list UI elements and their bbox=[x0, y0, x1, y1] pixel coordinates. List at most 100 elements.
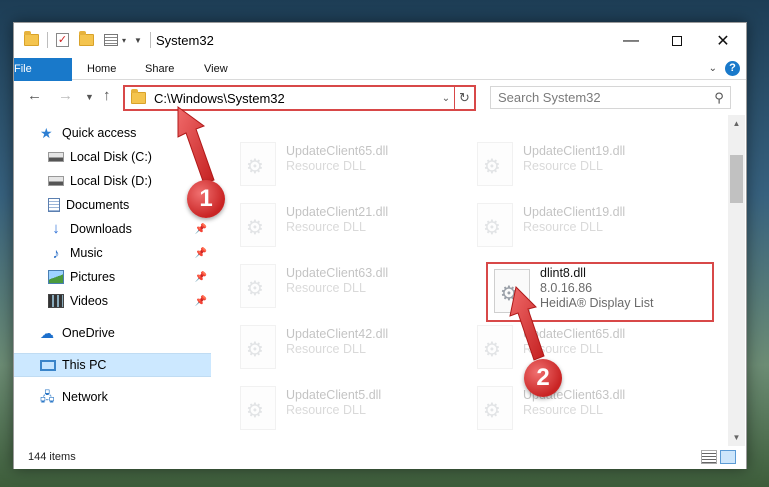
cloud-icon: ☁ bbox=[40, 325, 54, 341]
list-item[interactable]: UpdateClient65.dllResource DLL bbox=[461, 322, 687, 374]
pictures-icon bbox=[48, 270, 64, 284]
address-bar[interactable]: C:\Windows\System32 ⌄ ↻ bbox=[123, 85, 476, 111]
list-item[interactable]: UpdateClient19.dllResource DLL bbox=[461, 200, 687, 252]
forward-arrow-icon[interactable]: → bbox=[58, 87, 73, 104]
address-dropdown-icon[interactable]: ⌄ bbox=[438, 93, 454, 104]
sidebar-item-music[interactable]: ♪ Music 📌 bbox=[14, 241, 211, 265]
help-icon[interactable]: ? bbox=[725, 61, 740, 76]
scroll-up-icon[interactable]: ▲ bbox=[728, 115, 745, 132]
dll-file-icon bbox=[240, 325, 276, 369]
sidebar-item-this-pc[interactable]: This PC bbox=[14, 353, 211, 377]
minimize-button[interactable]: — bbox=[608, 23, 654, 58]
sidebar-item-network[interactable]: 🖧 Network bbox=[14, 385, 211, 409]
sidebar-item-label: Music bbox=[70, 246, 103, 260]
pin-icon[interactable]: 📌 bbox=[195, 248, 207, 259]
file-name: dlint8.dll bbox=[540, 266, 586, 280]
network-icon: 🖧 bbox=[40, 389, 55, 404]
list-item[interactable]: UpdateClient5.dllResource DLL bbox=[224, 383, 450, 435]
sidebar-item-label: OneDrive bbox=[62, 326, 115, 340]
list-item[interactable]: UpdateClient21.dllResource DLL bbox=[224, 200, 450, 252]
music-icon: ♪ bbox=[52, 245, 60, 261]
details-view-icon[interactable] bbox=[701, 450, 717, 464]
file-description: Resource DLL bbox=[523, 403, 603, 417]
search-icon[interactable]: ⚲ bbox=[708, 90, 730, 106]
folder-icon bbox=[131, 89, 146, 104]
list-item[interactable]: UpdateClient42.dllResource DLL bbox=[224, 322, 450, 374]
sidebar-item-label: This PC bbox=[62, 358, 107, 372]
customize-arrow-icon[interactable]: ▾ bbox=[122, 36, 126, 45]
ribbon-right-controls: ⌄ ? bbox=[709, 61, 740, 76]
file-description: Resource DLL bbox=[286, 159, 366, 173]
list-item[interactable]: UpdateClient63.dllResource DLL bbox=[461, 383, 687, 435]
pin-icon[interactable]: 📌 bbox=[195, 296, 207, 307]
sidebar-item-label: Local Disk (C:) bbox=[70, 150, 152, 164]
explorer-window: ✓ ▾ ▼ System32 — ✕ File Home Share View … bbox=[13, 22, 747, 469]
sidebar-item-pictures[interactable]: Pictures 📌 bbox=[14, 265, 211, 289]
sidebar-item-local-disk-d[interactable]: Local Disk (D:) bbox=[14, 169, 211, 193]
dll-file-icon bbox=[240, 386, 276, 430]
dll-file-icon bbox=[240, 203, 276, 247]
download-icon: ↓ bbox=[52, 220, 60, 237]
status-bar: 144 items bbox=[14, 446, 746, 469]
file-name: UpdateClient63.dll bbox=[286, 266, 389, 280]
sidebar-item-label: Pictures bbox=[70, 270, 116, 284]
expand-ribbon-icon[interactable]: ⌄ bbox=[709, 63, 717, 74]
sidebar-item-local-disk-c[interactable]: Local Disk (C:) bbox=[14, 145, 211, 169]
file-description: Resource DLL bbox=[523, 159, 603, 173]
sidebar-item-documents[interactable]: Documents bbox=[14, 193, 211, 217]
toolbar-separator bbox=[149, 32, 151, 48]
file-version: 8.0.16.86 bbox=[540, 281, 593, 295]
address-path[interactable]: C:\Windows\System32 bbox=[154, 91, 438, 106]
list-item[interactable]: UpdateClient65.dllResource DLL bbox=[224, 139, 450, 191]
file-name: UpdateClient19.dll bbox=[523, 144, 626, 158]
sidebar-item-onedrive[interactable]: ☁ OneDrive bbox=[14, 321, 211, 345]
recent-locations-icon[interactable]: ▼ bbox=[85, 92, 94, 102]
sidebar-item-videos[interactable]: Videos 📌 bbox=[14, 289, 211, 313]
scrollbar-thumb[interactable] bbox=[730, 155, 743, 203]
sidebar-item-label: Network bbox=[62, 390, 108, 404]
search-input[interactable]: Search System32 bbox=[498, 90, 708, 105]
back-arrow-icon[interactable]: ← bbox=[27, 87, 42, 104]
file-description: Resource DLL bbox=[523, 342, 603, 356]
dll-file-icon bbox=[477, 325, 513, 369]
new-folder-icon[interactable] bbox=[79, 31, 94, 46]
tab-home[interactable]: Home bbox=[87, 58, 116, 80]
computer-icon bbox=[40, 359, 56, 371]
file-description: HeidiA® Display List bbox=[540, 296, 654, 310]
qat-dropdown-icon[interactable]: ▼ bbox=[134, 36, 142, 45]
file-name: UpdateClient65.dll bbox=[523, 327, 626, 341]
sidebar-item-label: Quick access bbox=[62, 126, 137, 140]
pin-icon[interactable]: 📌 bbox=[195, 272, 207, 283]
file-name: UpdateClient42.dll bbox=[286, 327, 389, 341]
sidebar-item-downloads[interactable]: ↓ Downloads 📌 bbox=[14, 217, 211, 241]
list-item[interactable]: UpdateClient19.dllResource DLL bbox=[461, 139, 687, 191]
drive-icon bbox=[48, 176, 64, 186]
refresh-icon[interactable]: ↻ bbox=[454, 87, 474, 109]
sidebar-item-quick-access[interactable]: ★ Quick access bbox=[14, 121, 211, 145]
file-description: Resource DLL bbox=[286, 281, 366, 295]
file-name: UpdateClient19.dll bbox=[523, 205, 626, 219]
tab-share[interactable]: Share bbox=[145, 58, 174, 80]
search-box[interactable]: Search System32 ⚲ bbox=[490, 86, 731, 109]
properties-icon[interactable] bbox=[104, 34, 118, 46]
close-button[interactable]: ✕ bbox=[700, 23, 746, 58]
navigation-bar: ← → ▼ ↑ C:\Windows\System32 ⌄ ↻ Search S… bbox=[14, 81, 746, 114]
close-icon: ✕ bbox=[716, 32, 730, 50]
dll-file-icon bbox=[477, 386, 513, 430]
file-name: UpdateClient5.dll bbox=[286, 388, 382, 402]
maximize-button[interactable] bbox=[654, 23, 700, 58]
tab-view[interactable]: View bbox=[204, 58, 228, 80]
tiles-view-icon[interactable] bbox=[720, 450, 736, 464]
view-switcher bbox=[701, 450, 736, 464]
up-arrow-icon[interactable]: ↑ bbox=[103, 87, 111, 104]
scroll-down-icon[interactable]: ▼ bbox=[728, 429, 745, 446]
list-item[interactable]: UpdateClient63.dllResource DLL bbox=[224, 261, 450, 313]
title-bar: ✓ ▾ ▼ System32 — ✕ bbox=[14, 23, 746, 58]
dll-file-icon bbox=[477, 142, 513, 186]
pin-icon[interactable]: 📌 bbox=[195, 224, 207, 235]
properties-check-icon[interactable]: ✓ bbox=[56, 33, 69, 47]
vertical-scrollbar[interactable]: ▲ ▼ bbox=[728, 115, 745, 446]
sidebar-item-label: Videos bbox=[70, 294, 108, 308]
highlighted-file-item[interactable]: dlint8.dll 8.0.16.86 HeidiA® Display Lis… bbox=[486, 262, 714, 322]
folder-icon bbox=[24, 31, 39, 46]
